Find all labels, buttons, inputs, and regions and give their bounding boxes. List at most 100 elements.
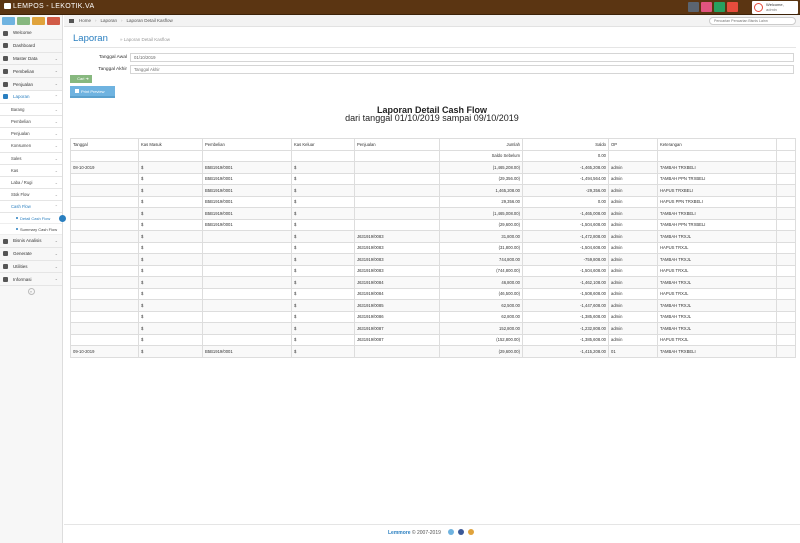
sidebar-subsubitem-summary-cash-flow[interactable]: Summary Cash Flow: [0, 224, 62, 236]
chevron-down-icon: ⌄: [54, 68, 58, 74]
sidebar-subitem-sales[interactable]: Sales ⌄: [0, 152, 62, 165]
mail-icon[interactable]: [714, 2, 725, 12]
table-cell: $: [291, 287, 355, 300]
table-cell: $: [138, 207, 203, 220]
table-cell: admin: [608, 172, 658, 185]
sidebar-subitem-pembelian[interactable]: Pembelian ⌄: [0, 115, 62, 129]
monitor-icon[interactable]: [688, 2, 699, 12]
sidebar-subitem-penjualan[interactable]: Penjualan ⌄: [0, 128, 62, 141]
list-icon: [3, 68, 8, 74]
page-title: Laporan: [73, 33, 108, 44]
sidebar-item-bisnis-analisis[interactable]: Bisnis Analisis ⌄: [0, 235, 62, 248]
sidebar-item-label: Informasi: [13, 276, 32, 282]
sidebar-subitem-cash-flow[interactable]: Cash Flow ⌃: [0, 201, 62, 214]
user-icon[interactable]: [701, 2, 712, 12]
table-cell: admin: [608, 230, 658, 243]
tanggal-akhir-field[interactable]: [130, 65, 794, 74]
sidebar-item-dashboard[interactable]: Dashboard: [0, 40, 62, 53]
table-cell: TAMBAH TRXBELI: [657, 345, 777, 358]
sidebar-item-penjualan[interactable]: Penjualan ⌄: [0, 78, 62, 91]
edit-icon: [3, 81, 8, 87]
sidebar-item-generate[interactable]: Generate ⌄: [0, 248, 62, 261]
shortcut-button-2[interactable]: [17, 17, 30, 25]
table-cell: TAMBAH TRXBELI: [657, 207, 777, 220]
breadcrumb-separator: ›: [95, 18, 97, 23]
sidebar-subitem-laba-rugi[interactable]: Laba / Rugi ⌄: [0, 176, 62, 190]
table-cell: [70, 276, 139, 289]
table-cell: [776, 241, 796, 254]
user-menu[interactable]: Welcome, admin: [752, 1, 798, 14]
dashboard-icon: [3, 43, 8, 49]
saldo-sebelum-value: 0.00: [522, 149, 609, 162]
app-brand[interactable]: LEMPOS - LEKOTIK.VA: [4, 3, 94, 10]
table-cell: $: [138, 172, 203, 185]
sidebar-item-label: Penjualan: [13, 81, 34, 87]
column-header: Saldo: [522, 138, 609, 151]
twitter-icon[interactable]: [448, 529, 454, 535]
shortcut-button-1[interactable]: [2, 17, 15, 25]
table-row: $ $ J631919/0084 46,800.00 -1,462,108.00 admi…: [70, 276, 796, 289]
sidebar-item-informasi[interactable]: Informasi ⌄: [0, 273, 62, 287]
column-header: [776, 138, 796, 151]
table-cell: 62,800.00: [439, 310, 523, 323]
table-cell: [354, 149, 440, 162]
print-preview-button[interactable]: Print Preview: [70, 86, 115, 98]
facebook-icon[interactable]: [458, 529, 464, 535]
footer-brand: Lemmore: [388, 530, 411, 536]
table-cell: $: [138, 218, 203, 231]
table-cell: B5B1919/0001: [202, 184, 292, 197]
table-cell: [776, 207, 796, 220]
cari-button[interactable]: Cari ➜: [70, 75, 92, 83]
sidebar-subsubitem-label: Detail Cash Flow: [20, 215, 51, 221]
chevron-down-icon: ⌄: [54, 143, 58, 149]
sidebar-item-label: Dashboard: [13, 43, 36, 49]
table-row: $ B5B1919/0001 $29,356.00 0.00 admin HAPUS PP…: [70, 195, 796, 208]
table-cell: [70, 184, 139, 197]
sidebar-collapse-button[interactable]: «: [27, 288, 35, 296]
page-subtitle: » Laporan Detail Kasflow: [120, 37, 171, 42]
table-body: Saldo Sebelum 0.00 08-10-2019 $ B5B1919/0001…: [70, 149, 796, 358]
table-cell: 1,465,208.00: [439, 184, 523, 197]
shortcut-button-4[interactable]: [47, 17, 60, 25]
shortcut-button-3[interactable]: [32, 17, 45, 25]
sidebar-subsubitem-detail-cash-flow[interactable]: Detail Cash Flow: [0, 213, 66, 225]
sidebar-item-utilities[interactable]: Utilities ⌄: [0, 261, 62, 274]
table-cell: [354, 184, 440, 197]
breadcrumb-separator: ›: [121, 18, 123, 23]
table-cell: [776, 333, 796, 346]
sidebar-item-pembelian[interactable]: Pembelian ⌄: [0, 65, 62, 79]
sidebar-item-laporan[interactable]: Laporan ⌃: [0, 90, 62, 104]
sidebar-item-label: Laporan: [13, 94, 30, 100]
sidebar-item-label: Utilities: [13, 264, 28, 270]
breadcrumb-laporan[interactable]: Laporan: [101, 18, 118, 23]
table-cell: (29,600.00): [439, 345, 523, 358]
table-cell: TAMBAH TRXBELI: [657, 161, 777, 174]
search-input[interactable]: [709, 17, 796, 25]
sidebar-item-master-data[interactable]: Master Data ⌄: [0, 53, 62, 66]
sidebar-item-welcome[interactable]: Welcome: [0, 27, 62, 40]
rss-icon[interactable]: [468, 529, 474, 535]
sidebar-subitem-stok-flow[interactable]: Stok Flow ⌄: [0, 189, 62, 202]
table-cell: (152,800.00): [439, 333, 523, 346]
table-cell: [657, 149, 777, 162]
sidebar-subitem-kas[interactable]: Kas ⌄: [0, 164, 62, 177]
column-header: Keterangan: [657, 138, 777, 151]
table-cell: [202, 264, 292, 277]
sidebar-subitem-konsumen[interactable]: Konsumen ⌄: [0, 140, 62, 153]
tanggal-awal-field[interactable]: [130, 53, 794, 62]
cart-icon[interactable]: [727, 2, 738, 12]
avatar: [754, 3, 763, 12]
breadcrumb-home[interactable]: Home: [79, 18, 91, 23]
footer-divider: [64, 524, 800, 525]
table-cell: $: [138, 161, 203, 174]
sidebar-subitem-barang[interactable]: Barang ⌄: [0, 103, 62, 116]
table-cell: $: [291, 218, 355, 231]
table-row: $ $ J631919/0083 744,800.00 -759,808.00 admin…: [70, 253, 796, 266]
table-cell: $: [138, 241, 203, 254]
sidebar-item-label: Pembelian: [13, 68, 35, 74]
table-cell: $: [291, 345, 355, 358]
table-cell: $: [291, 299, 355, 312]
column-header: Pembelian: [202, 138, 292, 151]
chevron-down-icon: ⌄: [54, 118, 58, 124]
table-cell: $: [138, 264, 203, 277]
